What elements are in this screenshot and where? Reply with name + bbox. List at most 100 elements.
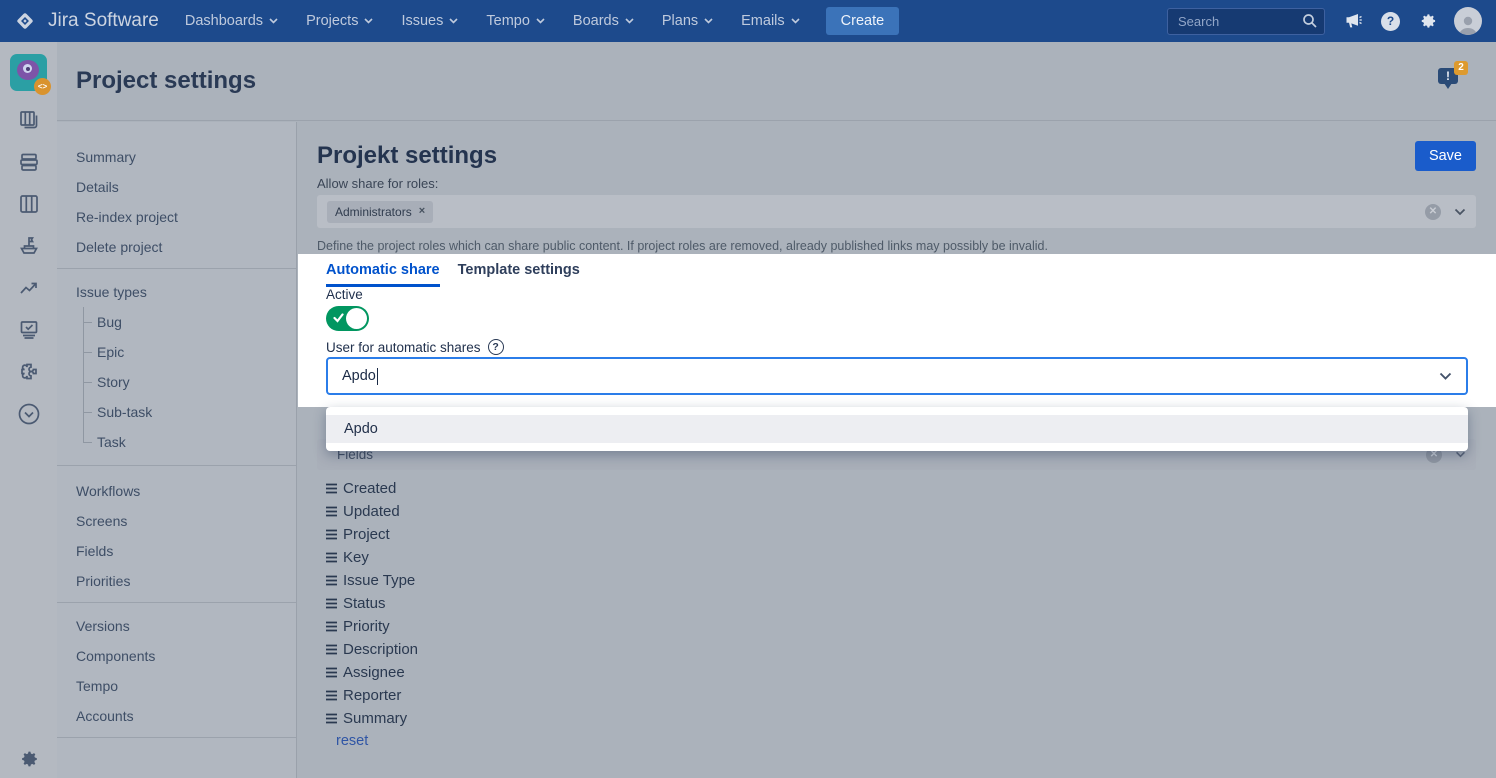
tab-automatic-share[interactable]: Automatic share: [326, 262, 440, 287]
notifications-icon[interactable]: ! 2: [1438, 61, 1468, 91]
fields-sortable-list: Created Updated Project Key Issue Type S…: [325, 477, 418, 730]
sidebar-divider: [57, 602, 296, 603]
sidebar-item-workflows[interactable]: Workflows: [57, 476, 296, 506]
drag-handle-icon[interactable]: [325, 690, 338, 701]
drag-handle-icon[interactable]: [325, 713, 338, 724]
nav-menu-projects[interactable]: Projects: [306, 13, 373, 29]
sidebar-item-task[interactable]: Task: [83, 427, 296, 457]
roles-help-text: Define the project roles which can share…: [317, 239, 1048, 253]
sidebar-item-epic[interactable]: Epic: [83, 337, 296, 367]
page-title: Project settings: [76, 67, 256, 95]
field-row-priority: Priority: [325, 615, 418, 638]
announcements-icon[interactable]: [1343, 11, 1363, 31]
project-avatar-creature: [17, 60, 39, 80]
notification-badge: 2: [1454, 61, 1468, 75]
sidebar-item-accounts[interactable]: Accounts: [57, 701, 296, 731]
drag-handle-icon[interactable]: [325, 552, 338, 563]
settings-gear-icon[interactable]: [1418, 11, 1438, 31]
sidebar-divider: [57, 737, 296, 738]
drag-handle-icon[interactable]: [325, 598, 338, 609]
sidebar-item-summary[interactable]: Summary: [57, 142, 296, 172]
sidebar-item-issue-types[interactable]: Issue types: [57, 277, 296, 307]
drag-handle-icon[interactable]: [325, 575, 338, 586]
field-help-icon[interactable]: ?: [488, 339, 504, 355]
active-toggle[interactable]: [326, 306, 369, 331]
dropdown-option-apdo[interactable]: Apdo: [326, 415, 1468, 443]
check-icon: [333, 313, 344, 323]
user-autocomplete-input[interactable]: Apdo: [326, 357, 1468, 395]
drag-handle-icon[interactable]: [325, 483, 338, 494]
drag-handle-icon[interactable]: [325, 644, 338, 655]
sidebar-item-delete[interactable]: Delete project: [57, 232, 296, 262]
backlog-icon[interactable]: [16, 149, 42, 175]
text-cursor: [377, 368, 378, 385]
nav-menu-emails[interactable]: Emails: [741, 13, 800, 29]
show-more-icon[interactable]: [16, 401, 42, 427]
drag-handle-icon[interactable]: [325, 506, 338, 517]
sidebar-item-subtask[interactable]: Sub-task: [83, 397, 296, 427]
create-button[interactable]: Create: [826, 7, 900, 35]
reset-link[interactable]: reset: [336, 733, 368, 749]
field-row-updated: Updated: [325, 500, 418, 523]
nav-right-section: ?: [1167, 7, 1482, 35]
user-field-label: User for automatic shares: [326, 340, 481, 355]
sidebar-divider: [57, 465, 296, 466]
tab-template-settings[interactable]: Template settings: [458, 262, 580, 287]
active-sprints-icon[interactable]: [16, 191, 42, 217]
chevron-down-icon: [1454, 208, 1466, 216]
sidebar-item-fields[interactable]: Fields: [57, 536, 296, 566]
remove-role-icon[interactable]: ×: [419, 206, 425, 217]
project-settings-gear-icon[interactable]: [0, 748, 57, 770]
field-row-key: Key: [325, 546, 418, 569]
nav-menu-tempo[interactable]: Tempo: [486, 13, 545, 29]
field-row-status: Status: [325, 592, 418, 615]
drag-handle-icon[interactable]: [325, 621, 338, 632]
user-avatar[interactable]: [1454, 7, 1482, 35]
drag-handle-icon[interactable]: [325, 529, 338, 540]
role-tag-administrators: Administrators ×: [327, 201, 433, 223]
top-navigation: Jira Software Dashboards Projects Issues…: [0, 0, 1496, 42]
nav-menu-bar: Dashboards Projects Issues Tempo Boards …: [185, 13, 800, 29]
nav-menu-boards[interactable]: Boards: [573, 13, 634, 29]
main-content: Projekt settings Save Allow share for ro…: [298, 122, 1496, 778]
save-button[interactable]: Save: [1415, 141, 1476, 171]
search-wrap: [1167, 8, 1325, 35]
jira-logo-icon: [14, 10, 36, 32]
roles-multiselect[interactable]: Administrators × ✕: [317, 195, 1476, 228]
field-row-created: Created: [325, 477, 418, 500]
sidebar-item-priorities[interactable]: Priorities: [57, 566, 296, 596]
field-row-reporter: Reporter: [325, 684, 418, 707]
project-type-badge: <>: [34, 78, 51, 95]
drag-handle-icon[interactable]: [325, 667, 338, 678]
roles-field-label: Allow share for roles:: [317, 176, 438, 191]
releases-icon[interactable]: [16, 233, 42, 259]
boards-icon[interactable]: [16, 107, 42, 133]
sidebar-item-details[interactable]: Details: [57, 172, 296, 202]
nav-menu-issues[interactable]: Issues: [401, 13, 458, 29]
chevron-down-icon[interactable]: [1439, 372, 1452, 381]
sidebar-item-bug[interactable]: Bug: [83, 307, 296, 337]
issues-icon[interactable]: [16, 317, 42, 343]
user-input-value: Apdo: [342, 368, 376, 384]
issue-types-tree: Bug Epic Story Sub-task Task: [83, 307, 296, 457]
nav-menu-plans[interactable]: Plans: [662, 13, 713, 29]
sidebar-item-screens[interactable]: Screens: [57, 506, 296, 536]
add-ons-icon[interactable]: [16, 359, 42, 385]
share-settings-panel: Automatic share Template settings Active…: [298, 254, 1496, 407]
nav-menu-dashboards[interactable]: Dashboards: [185, 13, 278, 29]
field-row-project: Project: [325, 523, 418, 546]
sidebar-item-tempo[interactable]: Tempo: [57, 671, 296, 701]
sidebar-item-story[interactable]: Story: [83, 367, 296, 397]
settings-sidebar: Summary Details Re-index project Delete …: [57, 122, 297, 778]
sidebar-item-reindex[interactable]: Re-index project: [57, 202, 296, 232]
sidebar-item-components[interactable]: Components: [57, 641, 296, 671]
field-row-assignee: Assignee: [325, 661, 418, 684]
project-avatar[interactable]: <>: [10, 54, 47, 91]
tab-bar: Automatic share Template settings: [326, 262, 580, 287]
clear-select-icon[interactable]: ✕: [1425, 204, 1441, 220]
sidebar-item-versions[interactable]: Versions: [57, 611, 296, 641]
search-icon[interactable]: [1302, 13, 1318, 29]
field-row-description: Description: [325, 638, 418, 661]
help-icon[interactable]: ?: [1381, 12, 1400, 31]
reports-icon[interactable]: [16, 275, 42, 301]
